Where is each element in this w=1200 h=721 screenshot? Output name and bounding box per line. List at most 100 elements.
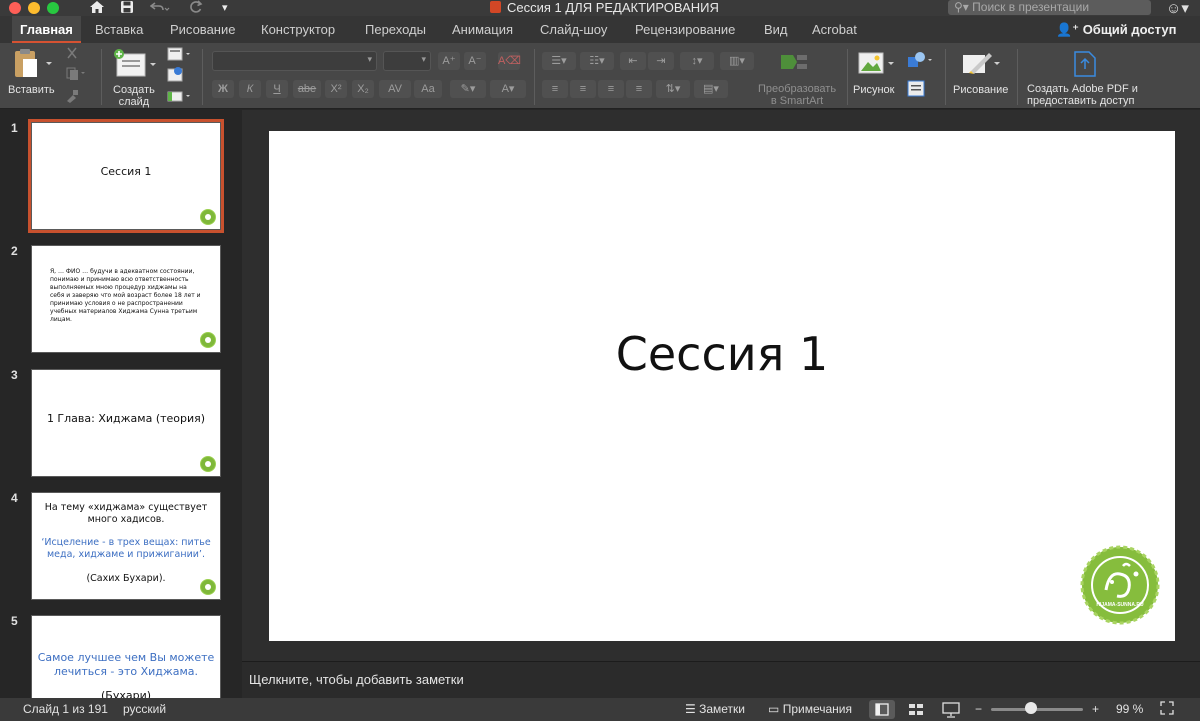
slide-number: 3 (11, 368, 18, 382)
change-case-button[interactable]: Aa (414, 80, 442, 98)
ribbon-separator (847, 49, 848, 105)
align-left-button[interactable]: ≡ (542, 80, 568, 98)
bullets-button[interactable]: ☰▾ (542, 52, 576, 70)
home-icon[interactable] (89, 0, 105, 16)
adobe-pdf-share-icon[interactable] (1072, 50, 1098, 83)
superscript-button[interactable]: X² (325, 80, 347, 98)
text-direction-button[interactable]: ⇅▾ (656, 80, 690, 98)
underline-button[interactable]: Ч (266, 80, 288, 98)
thumbnail-source: (Сахих Бухари). (86, 573, 166, 584)
bold-button[interactable]: Ж (212, 80, 234, 98)
close-window-button[interactable] (9, 2, 21, 14)
smartart-icon[interactable] (779, 51, 809, 78)
zoom-slider-handle[interactable] (1024, 702, 1037, 714)
add-person-icon: 👤⁺ (1056, 22, 1080, 37)
window-title: Сессия 1 ДЛЯ РЕДАКТИРОВАНИЯ (490, 0, 719, 16)
ribbon-tab-bar: Главная Вставка Рисование Конструктор Пе… (0, 16, 1200, 43)
zoom-level[interactable]: 99 % (1116, 698, 1143, 721)
feedback-smiley-icon[interactable]: ☺▾ (1166, 0, 1189, 17)
new-slide-label: Создать слайд (113, 84, 155, 108)
clear-formatting-button[interactable]: A⌫ (498, 52, 521, 70)
adobe-pdf-label: Создать Adobe PDF и предоставить доступ (1027, 83, 1138, 107)
decrease-indent-button[interactable]: ⇤ (620, 52, 646, 70)
reading-view-button[interactable] (938, 700, 964, 719)
fit-to-window-icon[interactable] (1160, 698, 1174, 721)
slide-thumbnail-5[interactable]: Самое лучшее чем Вы можете лечиться - эт… (31, 615, 221, 698)
slide-thumbnail-1[interactable]: Сессия 1 (28, 119, 224, 233)
text-box-icon[interactable] (906, 79, 926, 102)
paste-icon[interactable] (13, 48, 53, 85)
justify-button[interactable]: ≡ (626, 80, 652, 98)
slide-thumbnail-3[interactable]: 1 Глава: Хиджама (теория) (31, 369, 221, 477)
thumbnail-body: На тему «хиджама» существует много хадис… (44, 502, 208, 525)
increase-indent-button[interactable]: ⇥ (648, 52, 674, 70)
columns-button[interactable]: ▥▾ (720, 52, 754, 70)
status-bar: Слайд 1 из 191 русский ☰ Заметки ▭ Приме… (0, 698, 1200, 721)
zoom-slider[interactable] (991, 708, 1083, 711)
shapes-icon[interactable] (906, 51, 934, 74)
more-icon[interactable]: ▾ (222, 0, 228, 16)
new-slide-icon[interactable] (113, 48, 157, 85)
reset-icon[interactable] (166, 66, 184, 87)
undo-icon[interactable] (149, 0, 170, 16)
maximize-window-button[interactable] (47, 2, 59, 14)
tab-insert[interactable]: Вставка (95, 16, 143, 43)
slide-thumbnail-2[interactable]: Я, … ФИО … будучи в адекватном состоянии… (31, 245, 221, 353)
ribbon-separator (945, 49, 946, 105)
normal-view-button[interactable] (869, 700, 895, 719)
increase-font-size-button[interactable]: A⁺ (438, 52, 460, 70)
tab-design[interactable]: Конструктор (261, 16, 335, 43)
layout-icon[interactable] (166, 46, 192, 67)
share-button[interactable]: 👤⁺ Общий доступ (1056, 16, 1176, 43)
align-center-button[interactable]: ≡ (570, 80, 596, 98)
notes-area[interactable]: Щелкните, чтобы добавить заметки (242, 661, 1200, 698)
copy-icon[interactable] (65, 67, 87, 86)
tab-transitions[interactable]: Переходы (365, 16, 426, 43)
logo-caption: HIJAMA-SUNNA.RU (1096, 602, 1144, 608)
zoom-out-button[interactable]: − (975, 698, 982, 721)
numbering-button[interactable]: ☷▾ (580, 52, 614, 70)
title-bar: ▾ Сессия 1 ДЛЯ РЕДАКТИРОВАНИЯ ⚲▾ Поиск в… (0, 0, 1200, 17)
picture-icon[interactable] (857, 51, 897, 82)
character-spacing-button[interactable]: AV (379, 80, 411, 98)
current-slide-canvas[interactable]: Сессия 1 HIJAMA-SUNNA.RU (269, 131, 1175, 641)
slide-title[interactable]: Сессия 1 (269, 327, 1175, 381)
tab-slideshow[interactable]: Слайд-шоу (540, 16, 607, 43)
drawing-icon[interactable] (961, 51, 1003, 82)
language-indicator[interactable]: русский (123, 698, 166, 721)
decrease-font-size-button[interactable]: A⁻ (464, 52, 486, 70)
slide-counter: Слайд 1 из 191 (23, 702, 108, 716)
line-spacing-button[interactable]: ↕▾ (680, 52, 714, 70)
font-size-select[interactable]: ▾ (383, 51, 431, 71)
font-family-select[interactable]: ▾ (212, 51, 377, 71)
strikethrough-button[interactable]: abe (293, 80, 321, 98)
comments-toggle-button[interactable]: ▭ Примечания (768, 698, 852, 721)
highlight-color-button[interactable]: ✎▾ (450, 80, 486, 98)
section-icon[interactable] (166, 88, 192, 109)
hijama-logo-icon (200, 332, 216, 348)
tab-animations[interactable]: Анимация (452, 16, 513, 43)
italic-button[interactable]: К (239, 80, 261, 98)
slide-thumbnail-pane[interactable]: 1 Сессия 1 2 Я, … ФИО … будучи в адекват… (0, 110, 232, 698)
format-painter-icon[interactable] (65, 89, 79, 108)
font-color-button[interactable]: A▾ (490, 80, 526, 98)
tab-view[interactable]: Вид (764, 16, 788, 43)
slide-thumbnail-4[interactable]: На тему «хиджама» существует много хадис… (31, 492, 221, 600)
cut-icon[interactable] (65, 46, 79, 65)
zoom-in-button[interactable]: + (1092, 698, 1099, 721)
tab-review[interactable]: Рецензирование (635, 16, 735, 43)
subscript-button[interactable]: X₂ (352, 80, 374, 98)
slide-number: 4 (11, 491, 18, 505)
align-text-button[interactable]: ▤▾ (694, 80, 728, 98)
slide-sorter-view-button[interactable] (903, 700, 929, 719)
minimize-window-button[interactable] (28, 2, 40, 14)
search-icon: ⚲ (954, 0, 963, 14)
tab-home[interactable]: Главная (12, 16, 81, 43)
notes-toggle-button[interactable]: ☰ Заметки (685, 698, 745, 721)
align-right-button[interactable]: ≡ (598, 80, 624, 98)
redo-icon[interactable] (188, 0, 204, 16)
save-icon[interactable] (120, 0, 134, 16)
tab-draw[interactable]: Рисование (170, 16, 235, 43)
tab-acrobat[interactable]: Acrobat (812, 16, 857, 43)
search-input[interactable]: ⚲▾ Поиск в презентации (948, 0, 1151, 15)
